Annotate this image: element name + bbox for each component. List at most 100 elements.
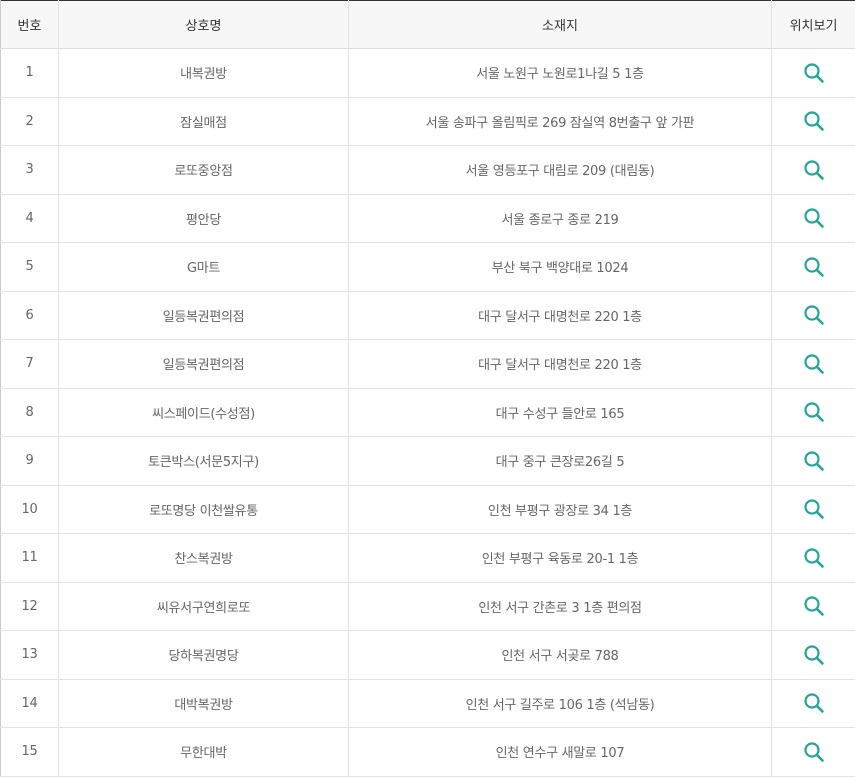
row-location-cell [771, 582, 855, 631]
view-location-button[interactable] [801, 302, 827, 328]
row-location-cell [771, 48, 855, 98]
view-location-button[interactable] [801, 642, 827, 668]
view-location-button[interactable] [801, 254, 827, 280]
table-row: 4 평안당 서울 종로구 종로 219 [0, 194, 855, 243]
view-location-button[interactable] [801, 739, 827, 765]
row-store-name: 일등복권편의점 [58, 291, 349, 340]
table-row: 12 씨유서구연희로또 인천 서구 간촌로 3 1층 편의점 [0, 582, 855, 631]
row-number: 15 [0, 727, 59, 777]
row-store-name: 씨유서구연희로또 [58, 582, 349, 631]
table-header: 번호 상호명 소재지 위치보기 [0, 0, 855, 49]
row-location-cell [771, 388, 855, 437]
search-icon [803, 63, 824, 83]
view-location-button[interactable] [801, 108, 827, 134]
row-location-cell [771, 339, 855, 389]
row-store-name: 대박복권방 [58, 679, 349, 728]
row-location-cell [771, 630, 855, 680]
row-address: 인천 연수구 새말로 107 [348, 727, 772, 777]
row-location-cell [771, 727, 855, 777]
search-icon [803, 548, 824, 568]
view-location-button[interactable] [801, 593, 827, 619]
row-number: 1 [0, 48, 59, 98]
search-icon [803, 596, 824, 617]
row-number: 7 [0, 339, 59, 389]
view-location-button[interactable] [801, 351, 827, 377]
row-address: 대구 달서구 대명천로 220 1층 [348, 339, 772, 389]
row-location-cell [771, 533, 855, 583]
search-icon [803, 402, 824, 423]
row-store-name: 잠실매점 [58, 97, 349, 146]
table-row: 2 잠실매점 서울 송파구 올림픽로 269 잠실역 8번출구 앞 가판 [0, 97, 855, 146]
view-location-button[interactable] [801, 399, 827, 425]
row-number: 9 [0, 436, 59, 486]
view-location-button[interactable] [801, 545, 827, 571]
row-location-cell [771, 145, 855, 195]
view-location-button[interactable] [801, 448, 827, 474]
table-row: 14 대박복권방 인천 서구 길주로 106 1층 (석남동) [0, 679, 855, 728]
row-number: 5 [0, 242, 59, 292]
row-location-cell [771, 679, 855, 728]
row-number: 2 [0, 97, 59, 146]
search-icon [803, 208, 824, 229]
view-location-button[interactable] [801, 496, 827, 522]
row-number: 8 [0, 388, 59, 437]
table-row: 10 로또명당 이천쌀유통 인천 부평구 광장로 34 1층 [0, 485, 855, 534]
row-store-name: 찬스복권방 [58, 533, 349, 583]
row-address: 인천 서구 서곶로 788 [348, 630, 772, 680]
table-row: 7 일등복권편의점 대구 달서구 대명천로 220 1층 [0, 339, 855, 389]
row-store-name: 평안당 [58, 194, 349, 243]
row-location-cell [771, 291, 855, 340]
row-location-cell [771, 242, 855, 292]
search-icon [803, 451, 824, 471]
header-address: 소재지 [348, 0, 772, 49]
row-number: 13 [0, 630, 59, 680]
view-location-button[interactable] [801, 157, 827, 183]
row-address: 인천 부평구 육동로 20-1 1층 [348, 533, 772, 583]
row-location-cell [771, 194, 855, 243]
table-row: 8 씨스페이드(수성점) 대구 수성구 들안로 165 [0, 388, 855, 437]
row-address: 서울 송파구 올림픽로 269 잠실역 8번출구 앞 가판 [348, 97, 772, 146]
table-row: 11 찬스복권방 인천 부평구 육동로 20-1 1층 [0, 533, 855, 583]
row-store-name: 당하복권명당 [58, 630, 349, 680]
row-location-cell [771, 485, 855, 534]
table-row: 1 내복권방 서울 노원구 노원로1나길 5 1층 [0, 48, 855, 98]
row-number: 11 [0, 533, 59, 583]
header-store-name: 상호명 [58, 0, 349, 49]
row-store-name: 씨스페이드(수성점) [58, 388, 349, 437]
row-address: 대구 중구 큰장로26길 5 [348, 436, 772, 486]
row-number: 3 [0, 145, 59, 195]
search-icon [803, 160, 824, 180]
row-number: 10 [0, 485, 59, 534]
table-body: 1 내복권방 서울 노원구 노원로1나길 5 1층 2 잠실매점 서울 송파구 … [0, 48, 855, 777]
row-address: 서울 노원구 노원로1나길 5 1층 [348, 48, 772, 98]
search-icon [803, 742, 824, 762]
row-store-name: 내복권방 [58, 48, 349, 98]
row-store-name: 무한대박 [58, 727, 349, 777]
search-icon [803, 645, 824, 665]
row-address: 인천 부평구 광장로 34 1층 [348, 485, 772, 534]
table-row: 5 G마트 부산 북구 백양대로 1024 [0, 242, 855, 292]
row-store-name: 로또중앙점 [58, 145, 349, 195]
table-row: 15 무한대박 인천 연수구 새말로 107 [0, 727, 855, 777]
search-icon [803, 354, 824, 374]
search-icon [803, 257, 824, 277]
view-location-button[interactable] [801, 690, 827, 716]
search-icon [803, 693, 824, 714]
row-address: 서울 영등포구 대림로 209 (대림동) [348, 145, 772, 195]
table-row: 3 로또중앙점 서울 영등포구 대림로 209 (대림동) [0, 145, 855, 195]
header-number: 번호 [0, 0, 59, 49]
row-store-name: 토큰박스(서문5지구) [58, 436, 349, 486]
store-table: 번호 상호명 소재지 위치보기 1 내복권방 서울 노원구 노원로1나길 5 1… [0, 0, 855, 777]
header-location: 위치보기 [771, 0, 855, 49]
row-location-cell [771, 436, 855, 486]
view-location-button[interactable] [801, 60, 827, 86]
row-number: 6 [0, 291, 59, 340]
view-location-button[interactable] [801, 205, 827, 231]
table-row: 13 당하복권명당 인천 서구 서곶로 788 [0, 630, 855, 680]
row-address: 인천 서구 길주로 106 1층 (석남동) [348, 679, 772, 728]
row-location-cell [771, 97, 855, 146]
search-icon [803, 305, 824, 326]
row-store-name: G마트 [58, 242, 349, 292]
header-row: 번호 상호명 소재지 위치보기 [0, 0, 855, 49]
row-address: 대구 달서구 대명천로 220 1층 [348, 291, 772, 340]
